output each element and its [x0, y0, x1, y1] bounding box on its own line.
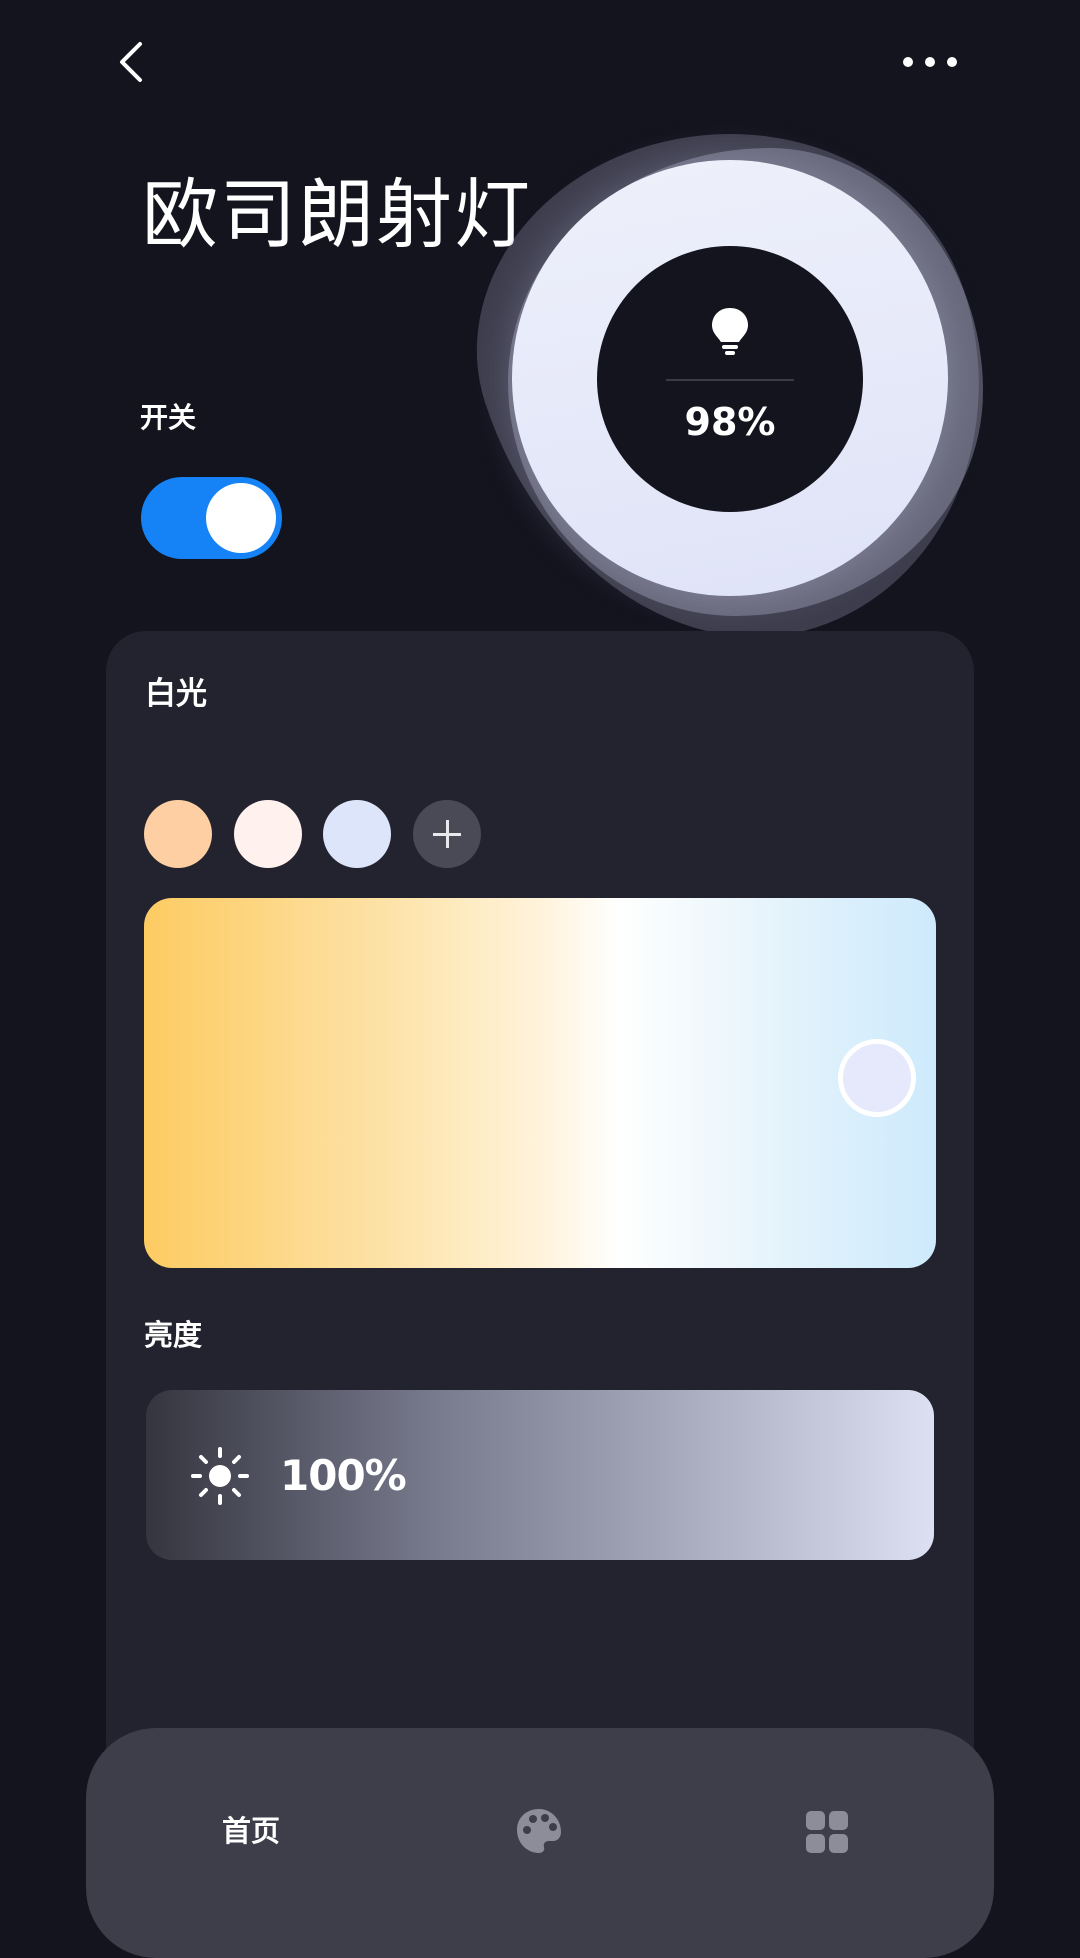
more-button[interactable]	[900, 40, 960, 84]
brightness-title: 亮度	[144, 1318, 203, 1352]
grid-icon	[806, 1811, 848, 1853]
preset-swatch-warm[interactable]	[144, 800, 212, 868]
color-picker-handle[interactable]	[838, 1039, 916, 1117]
back-button[interactable]	[112, 40, 152, 84]
nav-palette-tab[interactable]	[514, 1806, 564, 1856]
power-label: 开关	[140, 401, 197, 434]
add-preset-button[interactable]	[413, 800, 481, 868]
more-horizontal-icon	[903, 57, 957, 67]
brightness-slider[interactable]	[146, 1390, 934, 1560]
chevron-left-icon	[120, 42, 142, 82]
nav-grid-tab[interactable]	[805, 1810, 849, 1854]
toggle-knob	[206, 483, 276, 553]
nav-home-tab[interactable]: 首页	[196, 1808, 306, 1850]
palette-icon	[517, 1809, 561, 1853]
dial-divider	[666, 379, 794, 381]
dial-value: 98%	[684, 400, 776, 444]
preset-swatch-cool[interactable]	[323, 800, 391, 868]
power-toggle[interactable]	[141, 477, 282, 559]
preset-swatch-neutral[interactable]	[234, 800, 302, 868]
white-light-title: 白光	[145, 676, 207, 712]
color-temperature-picker[interactable]	[144, 898, 936, 1268]
sun-icon	[190, 1446, 250, 1506]
lightbulb-icon	[706, 306, 754, 356]
brightness-value: 100%	[280, 1451, 407, 1500]
page-title: 欧司朗射灯	[142, 170, 532, 259]
